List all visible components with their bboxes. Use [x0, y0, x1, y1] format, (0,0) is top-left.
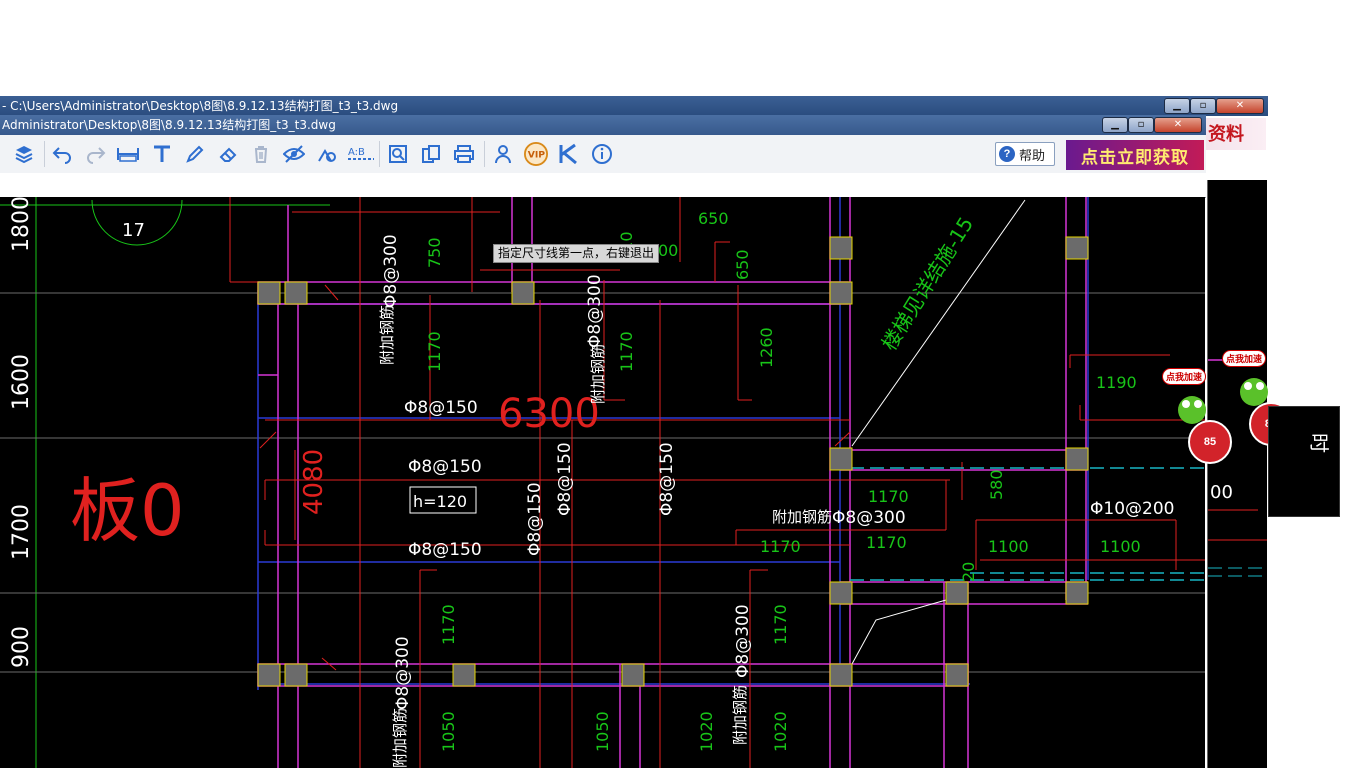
dim-1600: 1600 [9, 354, 34, 410]
command-bar[interactable] [0, 173, 1206, 198]
fuji-label: 附加钢筋 [731, 685, 749, 745]
layers-icon[interactable] [12, 142, 36, 166]
rebar-label: Φ8@300 [733, 604, 753, 678]
green-dim: 1170 [868, 487, 909, 506]
command-tooltip: 指定尺寸线第一点，右键退出 [493, 244, 660, 263]
measure-icon[interactable] [116, 142, 140, 166]
green-dim: 1050 [439, 711, 458, 752]
info-icon[interactable] [590, 142, 614, 166]
user-icon[interactable] [491, 142, 515, 166]
dim-1700: 1700 [9, 504, 34, 560]
green-dim: 20 [959, 562, 978, 582]
undo-icon[interactable] [50, 142, 74, 166]
green-dim: 1020 [697, 711, 716, 752]
speedup-bubble[interactable]: 点我加速 [1222, 350, 1267, 367]
vip-icon[interactable]: VIP [524, 142, 548, 166]
fuji-label: 附加钢筋 [589, 344, 607, 404]
svg-text:VIP: VIP [528, 150, 546, 161]
eraser-icon[interactable] [216, 142, 240, 166]
front-close-button[interactable]: ✕ [1154, 117, 1202, 133]
green-dim: 1170 [439, 604, 458, 645]
hide-icon[interactable] [282, 142, 306, 166]
panel-text: 时 [1307, 433, 1329, 453]
rebar-label: Φ10@200 [1090, 499, 1174, 519]
green-dim: 1170 [760, 537, 801, 556]
toolbar: A:B VIP ? 帮助 点击立即获取 [0, 135, 1206, 174]
green-dim: 650 [733, 249, 752, 280]
speedup-bubble[interactable]: 点我加速 [1162, 368, 1207, 385]
text-icon[interactable] [150, 142, 174, 166]
big-dim-6300: 6300 [498, 391, 600, 437]
green-dim: 1100 [1100, 537, 1141, 556]
rebar-label: Φ8@150 [408, 457, 482, 477]
help-label: 帮助 [1019, 147, 1046, 163]
fuji-label: 附加钢筋 [772, 508, 832, 526]
green-dim: 1170 [425, 331, 444, 372]
print-icon[interactable] [452, 142, 476, 166]
dim-4080: 4080 [299, 449, 329, 515]
green-dim: 1100 [988, 537, 1029, 556]
fuji-label: 附加钢筋 [378, 305, 396, 365]
back-window-canvas[interactable]: 00 [1207, 180, 1267, 768]
green-dim: 1260 [757, 327, 776, 368]
ad-banner[interactable]: 点击立即获取 [1066, 140, 1204, 170]
green-dim: 1170 [866, 533, 907, 552]
speed-badge[interactable]: 85 [1188, 420, 1232, 464]
back-window-titlebar[interactable]: - C:\Users\Administrator\Desktop\8图\8.9.… [0, 96, 1268, 116]
zoom-extents-icon[interactable] [386, 142, 410, 166]
fuji-label: 附加钢筋 [391, 708, 409, 768]
rebar-label: Φ8@150 [555, 442, 575, 516]
front-maximize-button[interactable]: ▫ [1128, 117, 1154, 133]
back-maximize-button[interactable]: ▫ [1190, 98, 1216, 114]
back-close-button[interactable]: ✕ [1216, 98, 1264, 114]
rebar-label: Φ8@150 [657, 442, 677, 516]
green-dim: 00 [658, 241, 678, 260]
export-icon[interactable] [419, 142, 443, 166]
dim-900: 900 [9, 626, 34, 668]
partial-dim: 00 [1210, 482, 1233, 503]
green-dim: 1170 [771, 604, 790, 645]
green-dim: 1190 [1096, 373, 1137, 392]
help-button[interactable]: ? 帮助 [995, 142, 1055, 166]
green-dim: 1170 [617, 331, 636, 372]
circle-label: 17 [122, 220, 145, 241]
settings-icon[interactable] [315, 142, 339, 166]
rebar-label: Φ8@300 [381, 234, 401, 308]
dim-1800: 1800 [9, 197, 34, 252]
redo-icon[interactable] [84, 142, 108, 166]
h-label: h=120 [413, 492, 467, 511]
front-minimize-button[interactable]: ▁ [1102, 117, 1128, 133]
help-icon: ? [999, 146, 1015, 162]
back-window-title: - C:\Users\Administrator\Desktop\8图\8.9.… [2, 99, 399, 113]
front-window-title: Administrator\Desktop\8图\8.9.12.13结构打图_t… [2, 118, 336, 132]
cad-drawing: 1800 1600 1700 900 17 板0 6300 4080 Φ8@15… [0, 197, 1205, 768]
front-window-titlebar[interactable]: Administrator\Desktop\8图\8.9.12.13结构打图_t… [0, 115, 1206, 135]
green-dim: 1050 [593, 711, 612, 752]
ab-compare-icon[interactable]: A:B [347, 142, 375, 166]
green-dim: 750 [425, 237, 444, 268]
green-dim: 650 [698, 209, 729, 228]
stair-label: 楼梯见详结施-15 [877, 212, 978, 354]
green-dim: 1020 [771, 711, 790, 752]
pen-icon[interactable] [183, 142, 207, 166]
side-popup-panel[interactable]: 时 [1268, 406, 1340, 517]
trash-icon[interactable] [249, 142, 273, 166]
rebar-label: Φ8@150 [408, 540, 482, 560]
drawing-canvas[interactable]: 1800 1600 1700 900 17 板0 6300 4080 Φ8@15… [0, 197, 1205, 768]
back-minimize-button[interactable]: ▁ [1164, 98, 1190, 114]
rebar-label: Φ8@300 [585, 274, 605, 348]
rebar-label: Φ8@150 [404, 398, 478, 418]
rebar-label: Φ8@150 [525, 482, 545, 556]
rebar-label: Φ8@300 [393, 636, 413, 710]
svg-text:A:B: A:B [348, 147, 365, 158]
rebar-label: Φ8@300 [832, 508, 906, 528]
board-label: 板0 [70, 470, 185, 552]
back-ad-banner[interactable]: 资料 [1206, 118, 1266, 150]
green-dim: 580 [987, 469, 1006, 500]
k-logo-icon[interactable] [557, 142, 581, 166]
